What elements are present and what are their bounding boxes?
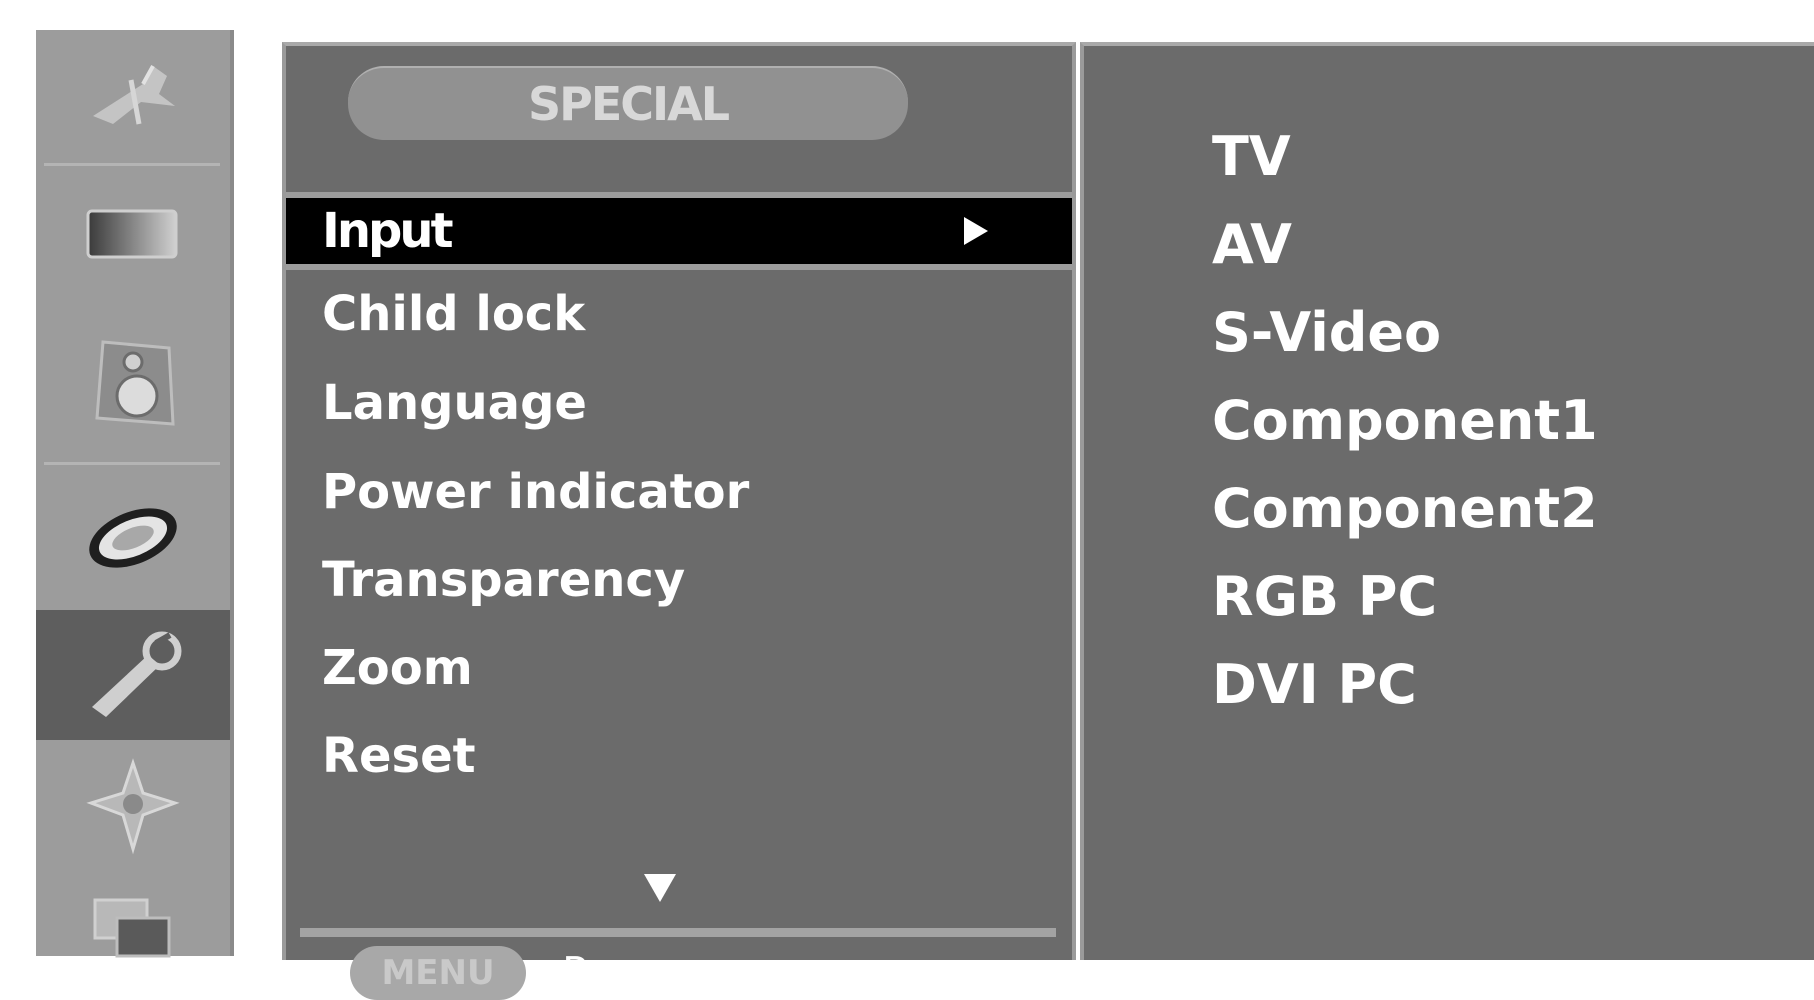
sound-icon[interactable]: [36, 302, 230, 462]
picture-icon[interactable]: [36, 168, 230, 300]
menu-key-icon: MENU: [350, 946, 526, 1000]
menu-item-input[interactable]: Input: [286, 192, 1072, 270]
footer-divider: [300, 928, 1056, 937]
arrow-right-icon: [964, 217, 988, 245]
menu-item-label: Reset: [322, 728, 476, 784]
special-menu-panel: SPECIAL Input Child lock Language Power …: [282, 42, 1076, 1000]
menu-item-zoom[interactable]: Zoom: [286, 626, 1072, 710]
menu-item-label: Input: [322, 203, 454, 259]
time-icon[interactable]: [36, 466, 230, 608]
source-av[interactable]: AV: [1212, 204, 1292, 284]
scroll-down-icon[interactable]: [644, 874, 676, 902]
pip-icon[interactable]: [36, 874, 230, 986]
source-component1[interactable]: Component1: [1212, 380, 1598, 460]
source-dvi-pc[interactable]: DVI PC: [1212, 644, 1417, 724]
special-icon[interactable]: [36, 610, 230, 740]
menu-item-power-indicator[interactable]: Power indicator: [286, 450, 1072, 534]
menu-item-reset[interactable]: Reset: [286, 714, 1072, 798]
menu-title: SPECIAL: [348, 66, 908, 140]
input-source-panel: TV AV S-Video Component1 Component2 RGB …: [1080, 42, 1814, 960]
source-tv[interactable]: TV: [1212, 116, 1291, 196]
station-icon[interactable]: [36, 30, 230, 158]
menu-item-label: Zoom: [322, 640, 473, 696]
menu-item-language[interactable]: Language: [286, 361, 1072, 445]
screen-icon[interactable]: [36, 742, 230, 872]
source-rgb-pc[interactable]: RGB PC: [1212, 556, 1437, 636]
menu-item-label: Language: [322, 375, 587, 431]
menu-item-label: Power indicator: [322, 464, 750, 520]
category-sidebar: [36, 30, 234, 958]
menu-item-label: Transparency: [322, 552, 686, 608]
menu-item-child-lock[interactable]: Child lock: [286, 272, 1072, 356]
source-s-video[interactable]: S-Video: [1212, 292, 1441, 372]
prev-label: Prev.: [562, 948, 664, 997]
menu-item-label: Child lock: [322, 286, 586, 342]
menu-item-transparency[interactable]: Transparency: [286, 538, 1072, 622]
source-component2[interactable]: Component2: [1212, 468, 1598, 548]
